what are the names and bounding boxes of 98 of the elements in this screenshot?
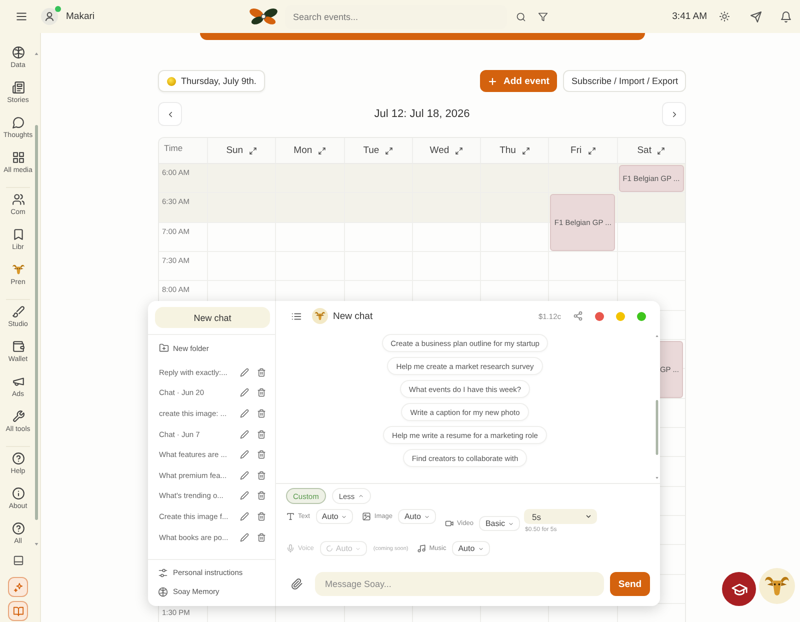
day-label: Sun (226, 145, 244, 156)
help-icon (12, 522, 24, 535)
trash-icon[interactable] (257, 450, 266, 460)
trash-icon[interactable] (257, 368, 266, 377)
info-icon (12, 487, 24, 500)
plus-icon (488, 76, 497, 86)
close-window-icon[interactable] (595, 312, 604, 320)
trash-icon[interactable] (257, 512, 266, 521)
trash-icon[interactable] (257, 470, 266, 480)
expand-icon[interactable] (522, 146, 530, 154)
chevron-up-icon (358, 493, 364, 499)
expand-icon[interactable] (318, 146, 326, 154)
book-button[interactable] (8, 601, 28, 621)
bell-icon[interactable] (780, 10, 792, 22)
menu-icon[interactable] (15, 10, 28, 23)
microphone-icon (286, 544, 295, 553)
bookmark-icon (12, 228, 24, 241)
chevron-down-icon (585, 513, 592, 520)
butterfly-logo-icon[interactable] (248, 7, 279, 26)
image-icon (362, 512, 372, 521)
trash-icon[interactable] (257, 408, 266, 418)
video-camera-icon (444, 519, 454, 528)
goat-avatar-icon (312, 308, 328, 324)
megaphone-icon (12, 375, 24, 388)
week-range-title: Jul 12: Jul 18, 2026 (374, 108, 470, 120)
newspaper-icon (12, 81, 24, 94)
new-chat-button[interactable]: New chat (155, 307, 270, 328)
model-dropdown[interactable]: Auto (398, 509, 436, 524)
sparkle-button[interactable] (8, 577, 28, 597)
model-dropdown[interactable]: Auto (452, 541, 490, 556)
brain-icon (158, 586, 168, 596)
chevron-down-icon (341, 514, 348, 520)
pencil-icon[interactable] (240, 408, 249, 418)
pencil-icon[interactable] (240, 388, 249, 398)
list-icon[interactable] (291, 310, 302, 322)
expand-icon[interactable] (588, 146, 596, 154)
goat-icon (12, 263, 24, 276)
chevron-down-icon (424, 514, 430, 520)
clock-time: 3:41 AM (672, 11, 707, 22)
pencil-icon[interactable] (240, 532, 249, 542)
pencil-icon[interactable] (240, 470, 249, 480)
paperclip-icon[interactable] (291, 578, 303, 590)
sparkle-icon (12, 582, 24, 592)
chevron-down-icon (508, 520, 514, 526)
model-dropdown[interactable]: Auto (316, 509, 354, 524)
day-label: Mon (294, 145, 312, 156)
day-label: Thu (500, 145, 516, 156)
day-label: Tue (363, 145, 380, 156)
today-button[interactable]: Thursday, July 9th. (158, 70, 266, 92)
trash-icon[interactable] (257, 430, 266, 439)
pencil-icon[interactable] (240, 368, 249, 377)
brain-icon (12, 46, 24, 59)
expand-icon[interactable] (455, 146, 464, 154)
user-avatar-icon[interactable] (41, 8, 58, 25)
duration-select[interactable]: 5s (524, 509, 598, 524)
add-event-button[interactable]: Add event (480, 70, 558, 92)
pencil-icon[interactable] (240, 512, 249, 521)
trash-icon[interactable] (257, 491, 266, 500)
book-icon (12, 606, 24, 616)
speech-bubble-icon (12, 116, 24, 129)
chevron-down-icon (478, 546, 484, 552)
sun-icon[interactable] (719, 11, 730, 22)
share-icon[interactable] (573, 311, 583, 321)
search-icon[interactable] (516, 12, 526, 22)
chevron-down-icon (355, 546, 362, 552)
brush-icon (12, 305, 24, 318)
folder-plus-icon (159, 343, 169, 353)
text-format-icon (286, 512, 295, 521)
pencil-icon[interactable] (240, 491, 249, 500)
send-button[interactable]: Send (610, 572, 650, 596)
filter-icon[interactable] (538, 12, 548, 22)
wallet-icon (12, 340, 24, 353)
user-name: Makari (66, 11, 95, 22)
day-label: Fri (570, 145, 582, 156)
expand-icon[interactable] (385, 146, 394, 154)
trash-icon[interactable] (257, 532, 266, 542)
help-icon (12, 452, 24, 465)
panel-icon[interactable] (13, 555, 24, 566)
expand-icon[interactable] (249, 146, 258, 154)
time-header: Time (164, 143, 183, 153)
day-label: Wed (430, 145, 450, 156)
send-icon[interactable] (750, 10, 762, 22)
pencil-icon[interactable] (240, 430, 249, 439)
people-icon (12, 193, 24, 206)
music-note-icon (417, 544, 426, 553)
loading-icon (326, 545, 333, 552)
subscribe-import-export-button[interactable]: Subscribe / Import / Export (563, 70, 686, 92)
grid-icon (12, 151, 24, 164)
message-input[interactable]: Message Soay... (315, 572, 604, 596)
sliders-icon (158, 568, 168, 578)
model-dropdown[interactable]: Basic (479, 516, 520, 531)
chat-title: New chat (333, 310, 373, 322)
dot-icon (167, 76, 176, 86)
expand-icon[interactable] (657, 146, 666, 154)
wrench-icon (12, 410, 24, 423)
trash-icon[interactable] (257, 388, 266, 398)
day-label: Sat (637, 145, 652, 156)
pencil-icon[interactable] (240, 450, 249, 460)
